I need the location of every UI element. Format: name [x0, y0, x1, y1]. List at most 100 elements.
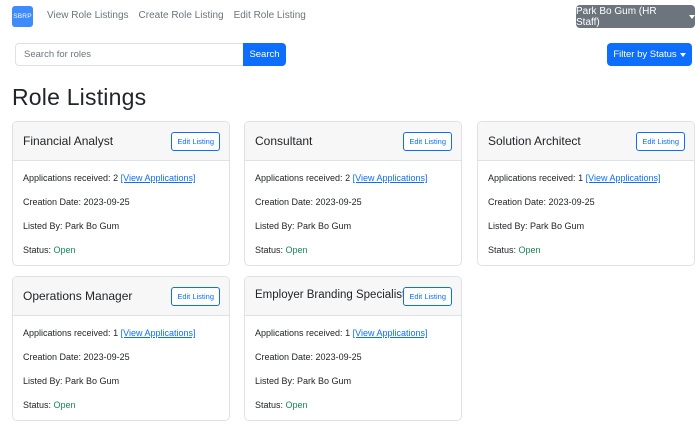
- applications-count: 1: [345, 328, 351, 338]
- creation-date-line: Creation Date: 2023-09-25: [488, 197, 595, 207]
- applications-label: Applications received:: [23, 173, 111, 183]
- user-menu-button[interactable]: Park Bo Gum (HR Staff): [576, 5, 695, 28]
- applications-count: 2: [345, 173, 351, 183]
- applications-line: Applications received: 2 [View Applicati…: [255, 173, 428, 183]
- listed-by-label: Listed By:: [255, 376, 295, 386]
- creation-date-value: 2023-09-25: [83, 197, 130, 207]
- role-card: Financial Analyst Edit Listing Applicati…: [12, 121, 230, 266]
- applications-line: Applications received: 1 [View Applicati…: [255, 328, 428, 338]
- edit-listing-button[interactable]: Edit Listing: [171, 287, 220, 306]
- listed-by-value: Park Bo Gum: [297, 221, 352, 231]
- applications-line: Applications received: 1 [View Applicati…: [488, 173, 661, 183]
- card-header: Operations Manager Edit Listing: [13, 277, 229, 316]
- page-title: Role Listings: [12, 84, 147, 110]
- role-card: Employer Branding Specialist Edit Listin…: [244, 276, 462, 421]
- edit-listing-button[interactable]: Edit Listing: [171, 132, 220, 151]
- creation-date-label: Creation Date:: [255, 352, 314, 362]
- status-label: Status:: [23, 245, 52, 255]
- applications-label: Applications received:: [255, 328, 343, 338]
- listed-by-line: Listed By: Park Bo Gum: [23, 221, 119, 231]
- listed-by-value: Park Bo Gum: [297, 376, 352, 386]
- view-applications-link[interactable]: [View Applications]: [586, 173, 661, 183]
- listed-by-label: Listed By:: [23, 376, 63, 386]
- status-label: Status:: [255, 245, 284, 255]
- navbar: SBRP View Role Listings Create Role List…: [0, 0, 700, 34]
- card-header: Employer Branding Specialist Edit Listin…: [245, 277, 461, 316]
- applications-label: Applications received:: [488, 173, 576, 183]
- role-card: Solution Architect Edit Listing Applicat…: [477, 121, 695, 266]
- listed-by-value: Park Bo Gum: [530, 221, 585, 231]
- listed-by-line: Listed By: Park Bo Gum: [255, 376, 351, 386]
- view-applications-link[interactable]: [View Applications]: [121, 328, 196, 338]
- card-header: Solution Architect Edit Listing: [478, 122, 694, 161]
- status-line: Status: Open: [23, 400, 76, 410]
- nav-link-view-role-listings[interactable]: View Role Listings: [47, 10, 129, 21]
- creation-date-value: 2023-09-25: [548, 197, 595, 207]
- edit-listing-button[interactable]: Edit Listing: [403, 132, 452, 151]
- caret-down-icon: [679, 52, 686, 57]
- view-applications-link[interactable]: [View Applications]: [353, 173, 428, 183]
- creation-date-value: 2023-09-25: [83, 352, 130, 362]
- creation-date-label: Creation Date:: [255, 197, 314, 207]
- status-value: Open: [285, 400, 308, 410]
- role-title: Employer Branding Specialist: [255, 289, 406, 301]
- role-card: Operations Manager Edit Listing Applicat…: [12, 276, 230, 421]
- app-logo[interactable]: SBRP: [12, 6, 33, 27]
- creation-date-label: Creation Date:: [23, 352, 82, 362]
- listed-by-line: Listed By: Park Bo Gum: [255, 221, 351, 231]
- status-value: Open: [53, 400, 76, 410]
- creation-date-line: Creation Date: 2023-09-25: [255, 352, 362, 362]
- status-value: Open: [285, 245, 308, 255]
- applications-label: Applications received:: [23, 328, 111, 338]
- applications-line: Applications received: 1 [View Applicati…: [23, 328, 196, 338]
- status-value: Open: [518, 245, 541, 255]
- listed-by-value: Park Bo Gum: [65, 221, 120, 231]
- applications-count: 1: [578, 173, 584, 183]
- listed-by-line: Listed By: Park Bo Gum: [488, 221, 584, 231]
- role-title: Solution Architect: [488, 134, 581, 148]
- card-header: Financial Analyst Edit Listing: [13, 122, 229, 161]
- filter-label: Filter by Status: [613, 49, 677, 60]
- listed-by-label: Listed By:: [255, 221, 295, 231]
- creation-date-line: Creation Date: 2023-09-25: [23, 197, 130, 207]
- listed-by-value: Park Bo Gum: [65, 376, 120, 386]
- role-title: Consultant: [255, 134, 313, 148]
- edit-listing-button[interactable]: Edit Listing: [636, 132, 685, 151]
- search-button[interactable]: Search: [243, 43, 286, 66]
- applications-count: 1: [113, 328, 119, 338]
- nav-link-create-role-listing[interactable]: Create Role Listing: [139, 10, 224, 21]
- status-label: Status:: [23, 400, 52, 410]
- nav-link-edit-role-listing[interactable]: Edit Role Listing: [234, 10, 306, 21]
- creation-date-label: Creation Date:: [488, 197, 547, 207]
- status-line: Status: Open: [255, 400, 308, 410]
- status-line: Status: Open: [255, 245, 308, 255]
- view-applications-link[interactable]: [View Applications]: [121, 173, 196, 183]
- creation-date-value: 2023-09-25: [315, 352, 362, 362]
- creation-date-label: Creation Date:: [23, 197, 82, 207]
- creation-date-line: Creation Date: 2023-09-25: [255, 197, 362, 207]
- applications-count: 2: [113, 173, 119, 183]
- status-line: Status: Open: [23, 245, 76, 255]
- listed-by-label: Listed By:: [488, 221, 528, 231]
- status-line: Status: Open: [488, 245, 541, 255]
- applications-line: Applications received: 2 [View Applicati…: [23, 173, 196, 183]
- nav-links: View Role Listings Create Role Listing E…: [47, 10, 306, 21]
- search-input[interactable]: [15, 43, 244, 66]
- edit-listing-button[interactable]: Edit Listing: [403, 287, 452, 306]
- status-label: Status:: [488, 245, 517, 255]
- creation-date-value: 2023-09-25: [315, 197, 362, 207]
- card-header: Consultant Edit Listing: [245, 122, 461, 161]
- view-applications-link[interactable]: [View Applications]: [353, 328, 428, 338]
- filter-by-status-button[interactable]: Filter by Status: [607, 43, 692, 66]
- listed-by-label: Listed By:: [23, 221, 63, 231]
- status-value: Open: [53, 245, 76, 255]
- caret-down-icon: [689, 14, 695, 19]
- listed-by-line: Listed By: Park Bo Gum: [23, 376, 119, 386]
- role-title: Financial Analyst: [23, 134, 114, 148]
- status-label: Status:: [255, 400, 284, 410]
- user-menu-label: Park Bo Gum (HR Staff): [576, 5, 657, 28]
- applications-label: Applications received:: [255, 173, 343, 183]
- creation-date-line: Creation Date: 2023-09-25: [23, 352, 130, 362]
- role-title: Operations Manager: [23, 289, 133, 303]
- role-card: Consultant Edit Listing Applications rec…: [244, 121, 462, 266]
